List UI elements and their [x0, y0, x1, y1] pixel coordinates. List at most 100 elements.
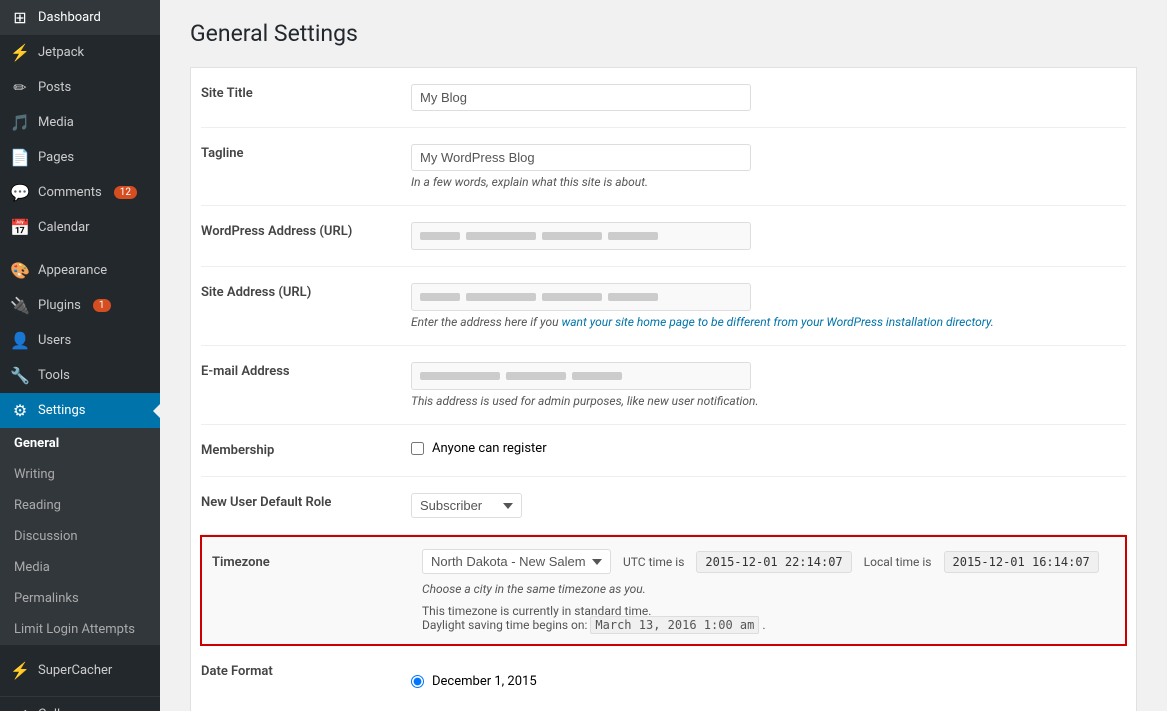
timezone-select[interactable]: North Dakota - New Salem UTC America/Chi… — [422, 549, 611, 574]
wp-address-input[interactable] — [411, 222, 751, 250]
users-icon: 👤 — [10, 331, 30, 350]
sidebar-item-jetpack[interactable]: ⚡ Jetpack — [0, 35, 160, 70]
date-format-radio[interactable] — [411, 675, 424, 688]
sidebar-item-supercacher[interactable]: ⚡ SuperCacher — [0, 653, 160, 688]
blur-block — [466, 293, 536, 301]
email-input[interactable] — [411, 362, 751, 390]
new-user-role-value: Subscriber Contributor Author Editor Adm… — [411, 489, 1126, 522]
site-address-input[interactable] — [411, 283, 751, 311]
sidebar-item-pages[interactable]: 📄 Pages — [0, 140, 160, 175]
blur-block — [420, 372, 500, 380]
submenu-item-general[interactable]: General — [0, 428, 160, 459]
tools-icon: 🔧 — [10, 366, 30, 385]
sidebar-item-label: Pages — [38, 150, 74, 165]
settings-form: Site Title Tagline In a few words, expla… — [190, 67, 1137, 711]
timezone-value: North Dakota - New Salem UTC America/Chi… — [422, 549, 1115, 632]
settings-submenu: General Writing Reading Discussion Media… — [0, 428, 160, 645]
date-format-value-label[interactable]: December 1, 2015 — [432, 674, 537, 689]
timezone-section: Timezone North Dakota - New Salem UTC Am… — [200, 535, 1127, 646]
site-title-value — [411, 80, 1126, 115]
submenu-label: Media — [14, 560, 50, 575]
timezone-top: North Dakota - New Salem UTC America/Chi… — [422, 549, 1115, 574]
sidebar-item-label: Plugins — [38, 298, 81, 313]
local-label: Local time is — [864, 555, 932, 569]
new-user-role-label: New User Default Role — [201, 489, 411, 516]
date-format-row: Date Format December 1, 2015 — [201, 646, 1126, 711]
email-row: E-mail Address This address is used for … — [201, 346, 1126, 425]
sidebar-item-label: Calendar — [38, 220, 90, 235]
membership-checkbox-label[interactable]: Anyone can register — [432, 441, 547, 456]
membership-value: Anyone can register — [411, 437, 1126, 460]
submenu-label: Limit Login Attempts — [14, 622, 135, 637]
date-format-value: December 1, 2015 — [411, 658, 1126, 705]
sidebar-item-comments[interactable]: 💬 Comments 12 — [0, 175, 160, 210]
comments-icon: 💬 — [10, 183, 30, 202]
site-address-link[interactable]: want your site home page to be different… — [561, 315, 993, 329]
sidebar-item-posts[interactable]: ✏ Posts — [0, 70, 160, 105]
main-content: General Settings Site Title Tagline In a… — [160, 0, 1167, 711]
sidebar-item-appearance[interactable]: 🎨 Appearance — [0, 253, 160, 288]
sidebar-item-label: SuperCacher — [38, 663, 112, 678]
wp-address-value — [411, 218, 1126, 254]
sidebar-item-label: Appearance — [38, 263, 107, 278]
submenu-label: Permalinks — [14, 591, 79, 606]
submenu-item-media[interactable]: Media — [0, 552, 160, 583]
sidebar-item-users[interactable]: 👤 Users — [0, 323, 160, 358]
tagline-input[interactable] — [411, 144, 751, 171]
sidebar-item-label: Settings — [38, 403, 85, 418]
site-title-input[interactable] — [411, 84, 751, 111]
plugins-badge: 1 — [93, 299, 111, 312]
media-icon: 🎵 — [10, 113, 30, 132]
sidebar-item-settings[interactable]: ⚙ Settings — [0, 393, 160, 428]
membership-row: Membership Anyone can register — [201, 425, 1126, 477]
email-description: This address is used for admin purposes,… — [411, 394, 1126, 408]
utc-label: UTC time is — [623, 555, 684, 569]
blur-block — [572, 372, 622, 380]
email-label: E-mail Address — [201, 358, 411, 385]
submenu-item-permalinks[interactable]: Permalinks — [0, 583, 160, 614]
new-user-role-select[interactable]: Subscriber Contributor Author Editor Adm… — [411, 493, 522, 518]
sidebar-item-calendar[interactable]: 📅 Calendar — [0, 210, 160, 245]
local-time: 2015-12-01 16:14:07 — [944, 551, 1099, 573]
sidebar-item-dashboard[interactable]: ⊞ Dashboard — [0, 0, 160, 35]
submenu-item-reading[interactable]: Reading — [0, 490, 160, 521]
blur-block — [466, 232, 536, 240]
membership-checkbox[interactable] — [411, 442, 424, 455]
sidebar-item-label: Comments — [38, 185, 102, 200]
new-user-role-row: New User Default Role Subscriber Contrib… — [201, 477, 1126, 535]
blur-block — [542, 232, 602, 240]
site-title-row: Site Title — [201, 68, 1126, 128]
collapse-icon: ◀ — [10, 705, 30, 711]
calendar-icon: 📅 — [10, 218, 30, 237]
email-value: This address is used for admin purposes,… — [411, 358, 1126, 412]
dst-msg: Daylight saving time begins on: March 13… — [422, 618, 1115, 632]
sidebar: ⊞ Dashboard ⚡ Jetpack ✏ Posts 🎵 Media 📄 … — [0, 0, 160, 711]
sidebar-item-tools[interactable]: 🔧 Tools — [0, 358, 160, 393]
wp-address-row: WordPress Address (URL) — [201, 206, 1126, 267]
membership-checkbox-row: Anyone can register — [411, 441, 1126, 456]
submenu-item-writing[interactable]: Writing — [0, 459, 160, 490]
submenu-item-limit-login[interactable]: Limit Login Attempts — [0, 614, 160, 645]
sidebar-item-plugins[interactable]: 🔌 Plugins 1 — [0, 288, 160, 323]
submenu-item-discussion[interactable]: Discussion — [0, 521, 160, 552]
wp-address-label: WordPress Address (URL) — [201, 218, 411, 245]
timezone-description: Choose a city in the same timezone as yo… — [422, 582, 1115, 596]
site-title-label: Site Title — [201, 80, 411, 107]
timezone-label: Timezone — [212, 549, 422, 570]
posts-icon: ✏ — [10, 78, 30, 97]
site-address-value: Enter the address here if you want your … — [411, 279, 1126, 333]
sidebar-item-label: Media — [38, 115, 74, 130]
date-format-options: December 1, 2015 — [411, 662, 1126, 701]
site-address-row: Site Address (URL) Enter the address her… — [201, 267, 1126, 346]
page-title: General Settings — [190, 20, 1137, 47]
blur-block — [608, 232, 658, 240]
settings-icon: ⚙ — [10, 401, 30, 420]
blur-block — [506, 372, 566, 380]
appearance-icon: 🎨 — [10, 261, 30, 280]
sidebar-item-label: Tools — [38, 368, 70, 383]
blur-block — [608, 293, 658, 301]
sidebar-collapse-button[interactable]: ◀ Collapse menu — [0, 696, 160, 711]
site-address-label: Site Address (URL) — [201, 279, 411, 306]
sidebar-item-media[interactable]: 🎵 Media — [0, 105, 160, 140]
plugins-icon: 🔌 — [10, 296, 30, 315]
